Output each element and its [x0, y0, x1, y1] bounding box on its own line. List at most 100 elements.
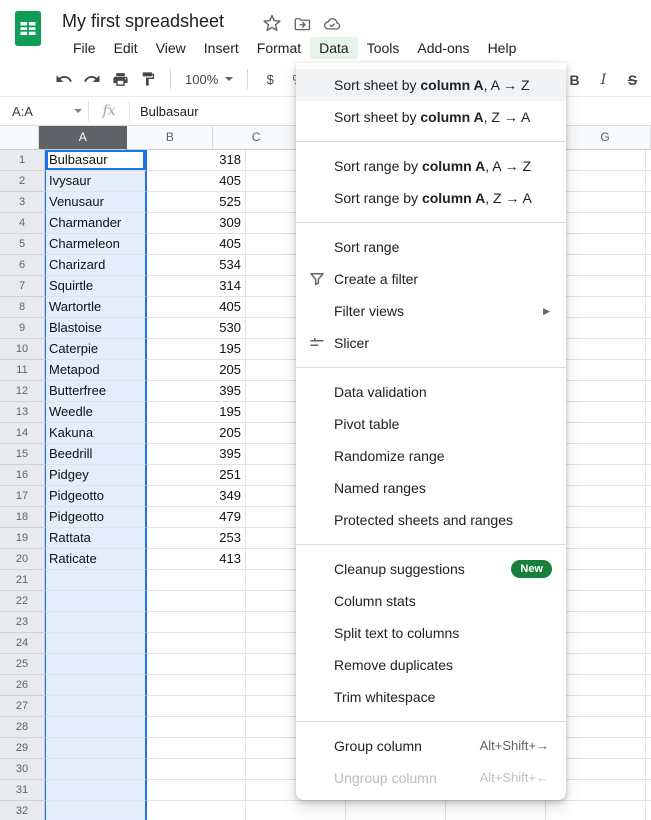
cell-B7[interactable]: 314 [147, 276, 246, 297]
cell-A4[interactable]: Charmander [45, 213, 147, 234]
cell-G19[interactable] [646, 528, 651, 549]
cell-B13[interactable]: 195 [147, 402, 246, 423]
cell-B18[interactable]: 479 [147, 507, 246, 528]
menu-item-column-stats[interactable]: Column stats [296, 585, 566, 617]
cell-G30[interactable] [646, 759, 651, 780]
cell-G5[interactable] [646, 234, 651, 255]
cell-G28[interactable] [646, 717, 651, 738]
menu-item-create-a-filter[interactable]: Create a filter [296, 263, 566, 295]
cell-A18[interactable]: Pidgeotto [45, 507, 147, 528]
cell-B26[interactable] [147, 675, 246, 696]
row-header-25[interactable]: 25 [0, 654, 45, 675]
row-header-29[interactable]: 29 [0, 738, 45, 759]
menu-item-named-ranges[interactable]: Named ranges [296, 472, 566, 504]
zoom-select[interactable]: 100% [179, 72, 239, 87]
cell-A15[interactable]: Beedrill [45, 444, 147, 465]
cell-G20[interactable] [646, 549, 651, 570]
cloud-saved-icon[interactable] [323, 15, 343, 35]
cell-A31[interactable] [45, 780, 147, 801]
cell-B32[interactable] [147, 801, 246, 820]
cell-G16[interactable] [646, 465, 651, 486]
cell-B14[interactable]: 205 [147, 423, 246, 444]
cell-A5[interactable]: Charmeleon [45, 234, 147, 255]
row-header-9[interactable]: 9 [0, 318, 45, 339]
cell-A9[interactable]: Blastoise [45, 318, 147, 339]
row-header-17[interactable]: 17 [0, 486, 45, 507]
cell-B3[interactable]: 525 [147, 192, 246, 213]
cell-B9[interactable]: 530 [147, 318, 246, 339]
column-header-C[interactable]: C [213, 126, 300, 150]
menubar-item-insert[interactable]: Insert [195, 37, 248, 59]
row-header-14[interactable]: 14 [0, 423, 45, 444]
menu-item-sort-sheet-a-to-z[interactable]: Sort sheet by column A, A → Z [296, 69, 566, 101]
cell-A12[interactable]: Butterfree [45, 381, 147, 402]
cell-B16[interactable]: 251 [147, 465, 246, 486]
strikethrough-button[interactable]: S [618, 72, 647, 88]
row-header-32[interactable]: 32 [0, 801, 45, 820]
menubar-item-help[interactable]: Help [479, 37, 526, 59]
cell-G2[interactable] [646, 171, 651, 192]
row-header-11[interactable]: 11 [0, 360, 45, 381]
cell-B17[interactable]: 349 [147, 486, 246, 507]
row-header-24[interactable]: 24 [0, 633, 45, 654]
row-header-1[interactable]: 1 [0, 150, 45, 171]
document-title[interactable]: My first spreadsheet [62, 11, 224, 32]
row-header-26[interactable]: 26 [0, 675, 45, 696]
paint-format-button[interactable] [134, 66, 162, 92]
formula-input[interactable]: Bulbasaur [130, 104, 199, 119]
cell-G3[interactable] [646, 192, 651, 213]
column-header-B[interactable]: B [127, 126, 213, 150]
star-icon[interactable] [262, 13, 282, 33]
cell-B19[interactable]: 253 [147, 528, 246, 549]
cell-A10[interactable]: Caterpie [45, 339, 147, 360]
cell-B2[interactable]: 405 [147, 171, 246, 192]
cell-G1[interactable] [646, 150, 651, 171]
menu-item-remove-duplicates[interactable]: Remove duplicates [296, 649, 566, 681]
row-header-22[interactable]: 22 [0, 591, 45, 612]
cell-A24[interactable] [45, 633, 147, 654]
row-header-31[interactable]: 31 [0, 780, 45, 801]
cell-B27[interactable] [147, 696, 246, 717]
cell-G26[interactable] [646, 675, 651, 696]
cell-A7[interactable]: Squirtle [45, 276, 147, 297]
cell-G13[interactable] [646, 402, 651, 423]
cell-A27[interactable] [45, 696, 147, 717]
cell-B12[interactable]: 395 [147, 381, 246, 402]
row-header-18[interactable]: 18 [0, 507, 45, 528]
row-header-5[interactable]: 5 [0, 234, 45, 255]
menu-item-trim-whitespace[interactable]: Trim whitespace [296, 681, 566, 713]
format-currency-button[interactable]: $ [256, 66, 284, 92]
cell-A2[interactable]: Ivysaur [45, 171, 147, 192]
row-header-10[interactable]: 10 [0, 339, 45, 360]
cell-A16[interactable]: Pidgey [45, 465, 147, 486]
column-header-A[interactable]: A [39, 126, 127, 150]
row-header-3[interactable]: 3 [0, 192, 45, 213]
cell-G24[interactable] [646, 633, 651, 654]
cell-B23[interactable] [147, 612, 246, 633]
redo-button[interactable] [78, 66, 106, 92]
row-header-6[interactable]: 6 [0, 255, 45, 276]
cell-G8[interactable] [646, 297, 651, 318]
cell-B4[interactable]: 309 [147, 213, 246, 234]
menubar-item-view[interactable]: View [147, 37, 195, 59]
menubar-item-data[interactable]: Data [310, 37, 358, 59]
row-header-8[interactable]: 8 [0, 297, 45, 318]
row-header-15[interactable]: 15 [0, 444, 45, 465]
cell-A26[interactable] [45, 675, 147, 696]
cell-G18[interactable] [646, 507, 651, 528]
row-header-28[interactable]: 28 [0, 717, 45, 738]
cell-A20[interactable]: Raticate [45, 549, 147, 570]
cell-B28[interactable] [147, 717, 246, 738]
cell-C32[interactable] [246, 801, 346, 820]
menu-item-sort-sheet-z-to-a[interactable]: Sort sheet by column A, Z → A [296, 101, 566, 133]
cell-G7[interactable] [646, 276, 651, 297]
row-header-19[interactable]: 19 [0, 528, 45, 549]
menu-item-group-column[interactable]: Group columnAlt+Shift+→ [296, 730, 566, 762]
cell-G21[interactable] [646, 570, 651, 591]
row-header-21[interactable]: 21 [0, 570, 45, 591]
cell-A23[interactable] [45, 612, 147, 633]
cell-G17[interactable] [646, 486, 651, 507]
cell-G32[interactable] [646, 801, 651, 820]
cell-E32[interactable] [446, 801, 546, 820]
undo-button[interactable] [50, 66, 78, 92]
